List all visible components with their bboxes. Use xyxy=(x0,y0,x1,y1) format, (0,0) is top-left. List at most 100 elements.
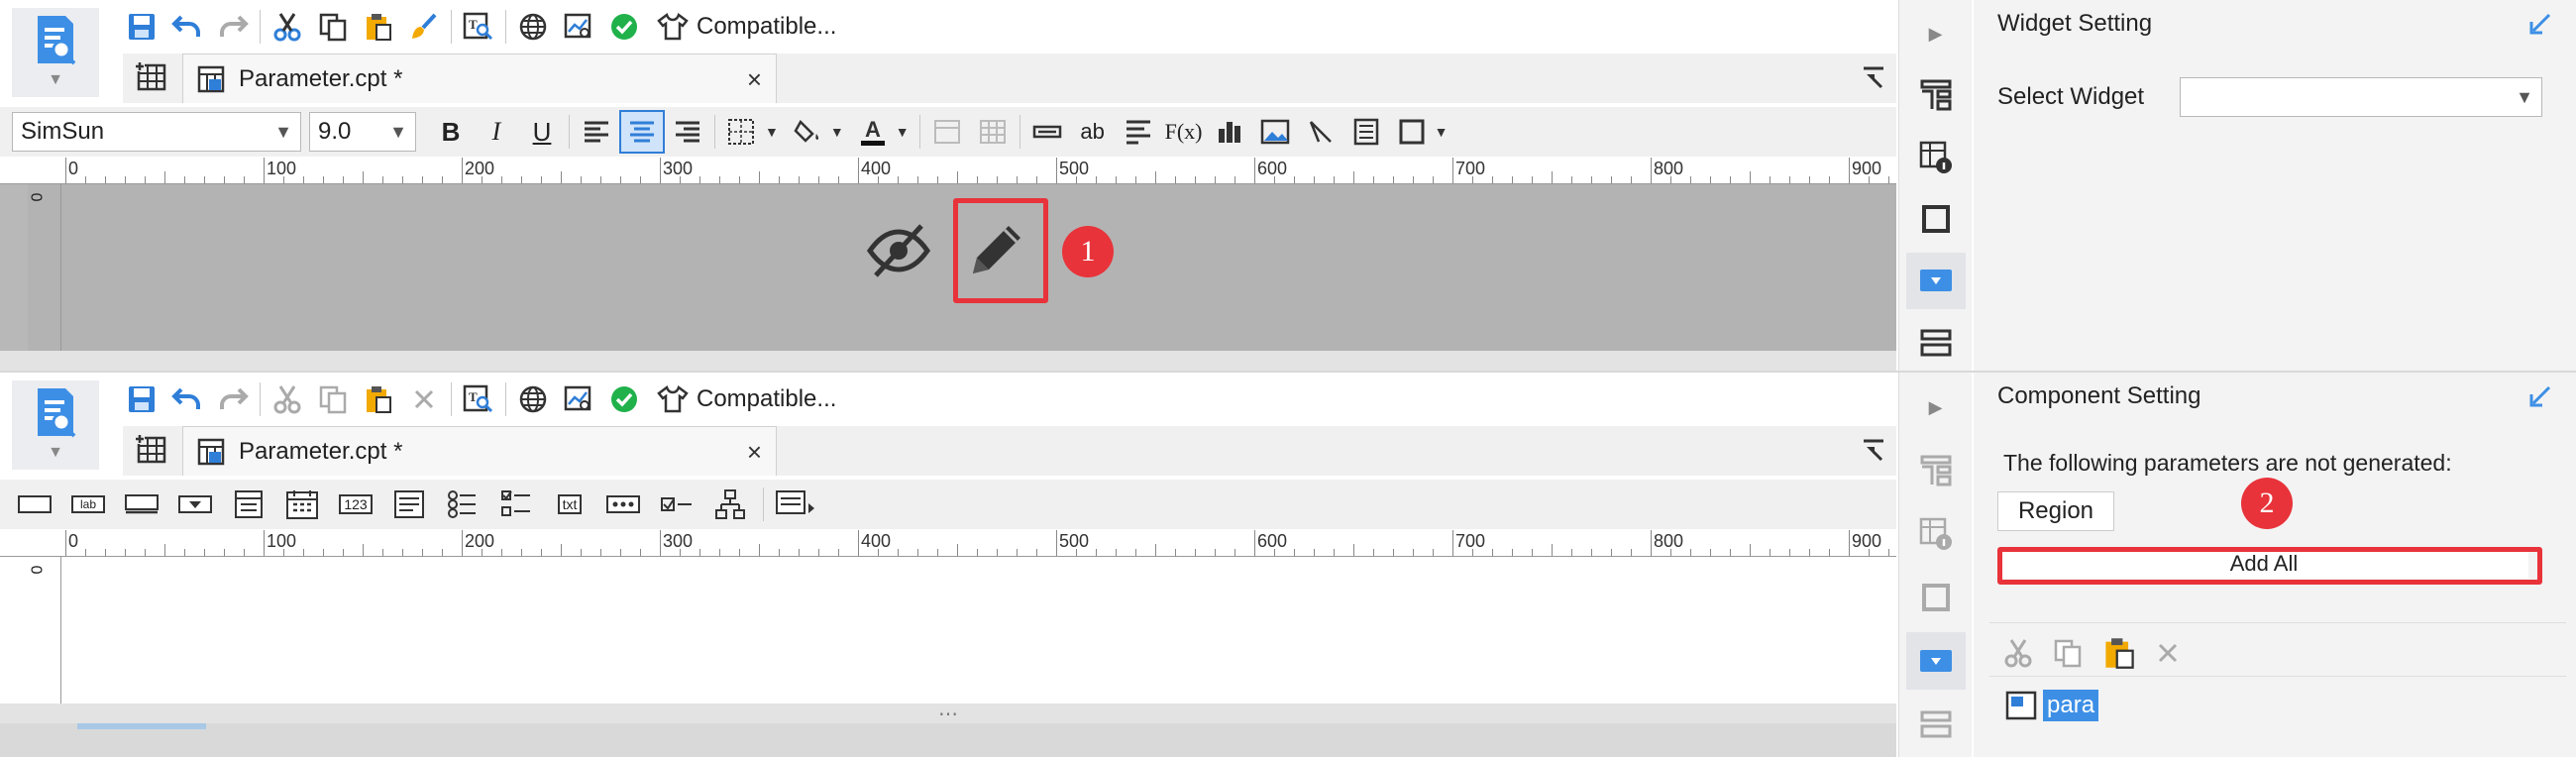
cell-attr-button[interactable] xyxy=(1906,67,1966,123)
widget-combobox-button[interactable] xyxy=(170,485,220,524)
collapse-panel-icon[interactable] xyxy=(2528,12,2552,36)
undo-button[interactable] xyxy=(164,5,210,49)
widget-password-button[interactable] xyxy=(598,485,648,524)
logo-dropdown-icon[interactable]: ▼ xyxy=(48,71,63,89)
resize-grip-icon[interactable]: ⋯ xyxy=(938,702,958,726)
report-info-button[interactable] xyxy=(1906,505,1966,563)
select-widget-dropdown[interactable]: ▼ xyxy=(2180,77,2542,117)
format-painter-button[interactable] xyxy=(401,5,447,49)
save-button[interactable] xyxy=(119,5,164,49)
align-left-button[interactable] xyxy=(574,110,619,154)
preview-button[interactable] xyxy=(556,5,601,49)
collapse-toolbar-icon[interactable] xyxy=(1861,65,1886,91)
cell-attr-button[interactable] xyxy=(1906,442,1966,499)
insert-image-button[interactable] xyxy=(1252,110,1298,154)
new-grid-icon[interactable] xyxy=(133,432,172,468)
chevron-down-icon[interactable]: ▼ xyxy=(830,124,844,140)
underline-button[interactable]: U xyxy=(519,110,565,154)
eye-slash-icon[interactable] xyxy=(866,222,931,279)
collapse-toolbar-icon[interactable] xyxy=(1861,438,1886,464)
collapse-panel-icon[interactable] xyxy=(2528,384,2552,408)
split-cells-button[interactable] xyxy=(970,110,1016,154)
border-button[interactable] xyxy=(719,110,765,154)
compatible-button[interactable]: Compatible... xyxy=(647,384,846,414)
widget-textarea-button[interactable] xyxy=(384,485,434,524)
widget-more-button[interactable] xyxy=(772,485,821,524)
copy-icon[interactable] xyxy=(2053,638,2083,668)
font-family-select[interactable]: SimSun ▼ xyxy=(12,112,301,152)
undo-button[interactable] xyxy=(164,378,210,421)
save-button[interactable] xyxy=(119,378,164,421)
chevron-down-icon[interactable]: ▼ xyxy=(896,124,910,140)
insert-slash-button[interactable] xyxy=(1298,110,1343,154)
new-grid-icon[interactable] xyxy=(133,59,172,95)
compatible-button[interactable]: Compatible... xyxy=(647,12,846,42)
text-search-button[interactable]: T xyxy=(456,5,501,49)
expand-arrow-button[interactable]: ▶ xyxy=(1906,6,1966,61)
insert-chart-button[interactable] xyxy=(1207,110,1252,154)
widget-tree-button[interactable] xyxy=(705,485,755,524)
frame-button[interactable] xyxy=(1906,191,1966,247)
copy-button[interactable] xyxy=(310,5,356,49)
chevron-down-icon[interactable]: ▼ xyxy=(765,124,779,140)
tab-close-icon[interactable]: × xyxy=(747,437,762,468)
frame-button[interactable] xyxy=(1906,569,1966,626)
widget-radio-group-button[interactable] xyxy=(438,485,487,524)
close-icon[interactable] xyxy=(2156,641,2180,665)
horizontal-scrollbar[interactable] xyxy=(0,351,1896,371)
align-center-button[interactable] xyxy=(619,110,665,154)
expand-arrow-button[interactable]: ▶ xyxy=(1906,378,1966,436)
widget-number-button[interactable]: 123 xyxy=(331,485,380,524)
widget-checkbox-group-button[interactable] xyxy=(491,485,541,524)
paste-button[interactable] xyxy=(356,378,401,421)
align-right-button[interactable] xyxy=(665,110,710,154)
widget-checkbox-button[interactable] xyxy=(652,485,701,524)
widget-text-button[interactable]: txt xyxy=(545,485,594,524)
widget-textfield-button[interactable] xyxy=(10,485,59,524)
horizontal-scrollbar[interactable]: ⋯ xyxy=(0,702,1896,726)
fill-color-button[interactable] xyxy=(785,110,830,154)
bold-button[interactable]: B xyxy=(428,110,474,154)
widget-setting-tab[interactable] xyxy=(1905,253,1966,309)
widget-label-button[interactable]: lab xyxy=(63,485,113,524)
layer-button[interactable] xyxy=(1906,315,1966,371)
cut-button[interactable] xyxy=(265,378,310,421)
component-setting-tab[interactable] xyxy=(1905,632,1966,690)
copy-button[interactable] xyxy=(310,378,356,421)
chevron-down-icon[interactable]: ▼ xyxy=(1435,124,1449,140)
insert-richtext-button[interactable] xyxy=(1116,110,1161,154)
cell-border-button[interactable] xyxy=(1389,110,1435,154)
check-button[interactable] xyxy=(601,378,647,421)
web-preview-button[interactable] xyxy=(510,378,556,421)
widget-button-button[interactable] xyxy=(117,485,166,524)
tab-close-icon[interactable]: × xyxy=(747,64,762,95)
tab-parameter-cpt[interactable]: Parameter.cpt * × xyxy=(182,426,777,476)
font-size-select[interactable]: 9.0 ▼ xyxy=(309,112,416,152)
param-chip-region[interactable]: Region xyxy=(1997,491,2114,531)
delete-button[interactable] xyxy=(401,378,447,421)
merge-cells-button[interactable] xyxy=(924,110,970,154)
paste-icon[interactable] xyxy=(2102,636,2136,670)
tree-item-para[interactable]: para xyxy=(2005,690,2099,721)
parameter-canvas[interactable] xyxy=(61,557,1896,703)
italic-button[interactable]: I xyxy=(474,110,519,154)
paste-button[interactable] xyxy=(356,5,401,49)
report-info-button[interactable] xyxy=(1906,130,1966,185)
insert-formula-button[interactable]: F(x) xyxy=(1161,110,1207,154)
font-color-button[interactable]: A xyxy=(850,110,896,154)
app-logo[interactable]: ▼ xyxy=(12,8,99,97)
app-logo[interactable]: ▼ xyxy=(12,380,99,470)
insert-textfield-button[interactable] xyxy=(1024,110,1070,154)
logo-dropdown-icon[interactable]: ▼ xyxy=(48,444,63,462)
layer-button[interactable] xyxy=(1906,696,1966,753)
widget-listbox-button[interactable] xyxy=(224,485,273,524)
text-search-button[interactable]: T xyxy=(456,378,501,421)
insert-text-button[interactable]: ab xyxy=(1070,110,1116,154)
scissors-icon[interactable] xyxy=(2003,638,2033,668)
insert-subreport-button[interactable] xyxy=(1343,110,1389,154)
widget-date-button[interactable] xyxy=(277,485,327,524)
tab-parameter-cpt[interactable]: Parameter.cpt * × xyxy=(182,54,777,103)
redo-button[interactable] xyxy=(210,5,256,49)
web-preview-button[interactable] xyxy=(510,5,556,49)
check-button[interactable] xyxy=(601,5,647,49)
